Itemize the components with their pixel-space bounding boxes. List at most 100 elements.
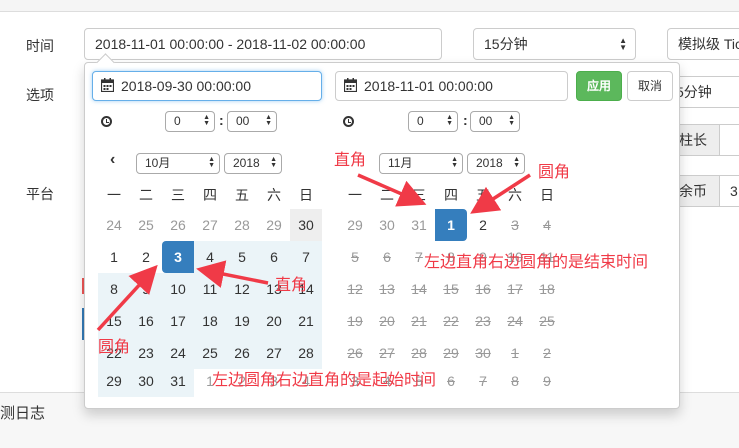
calendar-day[interactable]: 6: [258, 241, 290, 273]
calendar-day-disabled: 12: [347, 281, 363, 297]
clock-icon: [101, 116, 112, 127]
top-bar: [0, 0, 739, 12]
weekday-header: 三: [412, 187, 426, 203]
end-date-input[interactable]: 2018-11-01 00:00:00: [335, 71, 568, 101]
calendar-day-disabled: 15: [443, 281, 459, 297]
left-month-select[interactable]: 10月 ▲ ▼: [136, 153, 220, 174]
calendar-day-disabled: 8: [511, 373, 519, 389]
select-arrows-icon: ▲ ▼: [203, 114, 210, 127]
start-date-value: 2018-09-30 00:00:00: [121, 78, 251, 94]
calendar-day-disabled: 22: [443, 313, 459, 329]
weekday-header: 五: [476, 187, 490, 203]
calendar-icon: [344, 78, 357, 92]
interval-select-value: 15分钟: [484, 36, 528, 52]
tick-level-select[interactable]: 模拟级 Tick: [667, 28, 739, 60]
calendar-day-disabled: 4: [543, 217, 551, 233]
interval-select[interactable]: 15分钟 ▲ ▼: [473, 28, 636, 60]
calendar-day-disabled: 6: [447, 373, 455, 389]
prev-month-icon[interactable]: ‹: [110, 151, 115, 169]
log-title: 测日志: [0, 405, 46, 422]
calendar-day[interactable]: 31: [403, 209, 435, 241]
cancel-button[interactable]: 取消: [627, 71, 673, 101]
time-label: 时间: [26, 38, 54, 54]
options-label: 选项: [26, 87, 54, 103]
calendar-day[interactable]: 29: [258, 209, 290, 241]
weekday-header: 一: [107, 187, 121, 203]
calendar-day[interactable]: 1: [98, 241, 130, 273]
calendar-day[interactable]: 21: [290, 305, 322, 337]
calendar-day[interactable]: 30: [371, 209, 403, 241]
platform-label: 平台: [26, 186, 54, 202]
right-month-value: 11月: [388, 156, 413, 170]
calendar-day[interactable]: 5: [226, 241, 258, 273]
select-arrows-icon: ▲ ▼: [265, 114, 272, 127]
calendar-day[interactable]: 19: [226, 305, 258, 337]
calendar-day[interactable]: 17: [162, 305, 194, 337]
calendar-day[interactable]: 25: [130, 209, 162, 241]
calendar-day[interactable]: 29: [98, 365, 130, 397]
calendar-day[interactable]: 31: [162, 365, 194, 397]
calendar-day[interactable]: 27: [194, 209, 226, 241]
annotation-start-time-note: 左边圆角右边直角的是起始时间: [212, 372, 437, 389]
calendar-day-start-selected[interactable]: 3: [162, 241, 194, 273]
calendar-day-disabled: 9: [543, 373, 551, 389]
end-date-value: 2018-11-01 00:00:00: [364, 78, 493, 94]
weekday-header: 四: [203, 187, 217, 203]
calendar-day[interactable]: 10: [162, 273, 194, 305]
right-minute-select[interactable]: 00 ▲ ▼: [470, 111, 520, 132]
left-minute-select[interactable]: 00 ▲ ▼: [227, 111, 277, 132]
calendar-day[interactable]: 9: [130, 273, 162, 305]
calendar-day[interactable]: 8: [98, 273, 130, 305]
select-arrows-icon: ▲ ▼: [270, 156, 277, 169]
calendar-day[interactable]: 30: [290, 209, 322, 241]
date-range-input[interactable]: 2018-11-01 00:00:00 - 2018-11-02 00:00:0…: [84, 28, 442, 60]
calendar-day-disabled: 21: [411, 313, 427, 329]
calendar-day-disabled: 24: [507, 313, 523, 329]
select-arrows-icon: ▲ ▼: [513, 156, 520, 169]
calendar-day[interactable]: 18: [194, 305, 226, 337]
calendar-day[interactable]: 24: [98, 209, 130, 241]
calendar-day[interactable]: 2: [130, 241, 162, 273]
calendar-icon: [101, 78, 114, 92]
time-colon: :: [463, 112, 468, 128]
calendar-day[interactable]: 28: [226, 209, 258, 241]
calendar-day-disabled: 23: [475, 313, 491, 329]
weekday-header: 六: [267, 187, 281, 203]
left-year-select[interactable]: 2018 ▲ ▼: [224, 153, 282, 174]
select-arrows-icon: ▲ ▼: [508, 114, 515, 127]
calendar-day[interactable]: 12: [226, 273, 258, 305]
calendar-day-disabled: 17: [507, 281, 523, 297]
annotation-right-corner-top: 直角: [334, 152, 367, 169]
calendar-day[interactable]: 4: [194, 241, 226, 273]
select-arrows-icon: ▲ ▼: [446, 114, 453, 127]
right-month-select[interactable]: 11月 ▲ ▼: [379, 153, 463, 174]
bar-length-input[interactable]: [719, 124, 739, 156]
select-arrows-icon: ▲ ▼: [208, 156, 215, 169]
coin-input[interactable]: 3: [719, 175, 739, 207]
weekday-header: 二: [139, 187, 153, 203]
calendar-day[interactable]: 20: [258, 305, 290, 337]
weekday-header: 三: [171, 187, 185, 203]
weekday-header: 二: [380, 187, 394, 203]
apply-button[interactable]: 应用: [576, 71, 622, 101]
weekday-header: 六: [508, 187, 522, 203]
calendar-day[interactable]: 16: [130, 305, 162, 337]
calendar-day[interactable]: 2: [467, 209, 499, 241]
right-year-select[interactable]: 2018 ▲ ▼: [467, 153, 525, 174]
right-minute-value: 00: [479, 114, 493, 128]
right-year-value: 2018: [476, 156, 503, 170]
calendar-day[interactable]: 26: [162, 209, 194, 241]
left-hour-select[interactable]: 0 ▲ ▼: [165, 111, 215, 132]
calendar-day-disabled: 5: [351, 249, 359, 265]
weekday-header: 五: [235, 187, 249, 203]
calendar-day[interactable]: 7: [290, 241, 322, 273]
calendar-day[interactable]: 29: [339, 209, 371, 241]
calendar-day-disabled: 3: [511, 217, 519, 233]
calendar-day-end-selected[interactable]: 1: [435, 209, 467, 241]
right-hour-select[interactable]: 0 ▲ ▼: [408, 111, 458, 132]
start-date-input[interactable]: 2018-09-30 00:00:00: [92, 71, 322, 101]
calendar-day-disabled: 20: [379, 313, 395, 329]
calendar-day[interactable]: 11: [194, 273, 226, 305]
left-minute-value: 00: [236, 114, 250, 128]
calendar-day[interactable]: 30: [130, 365, 162, 397]
